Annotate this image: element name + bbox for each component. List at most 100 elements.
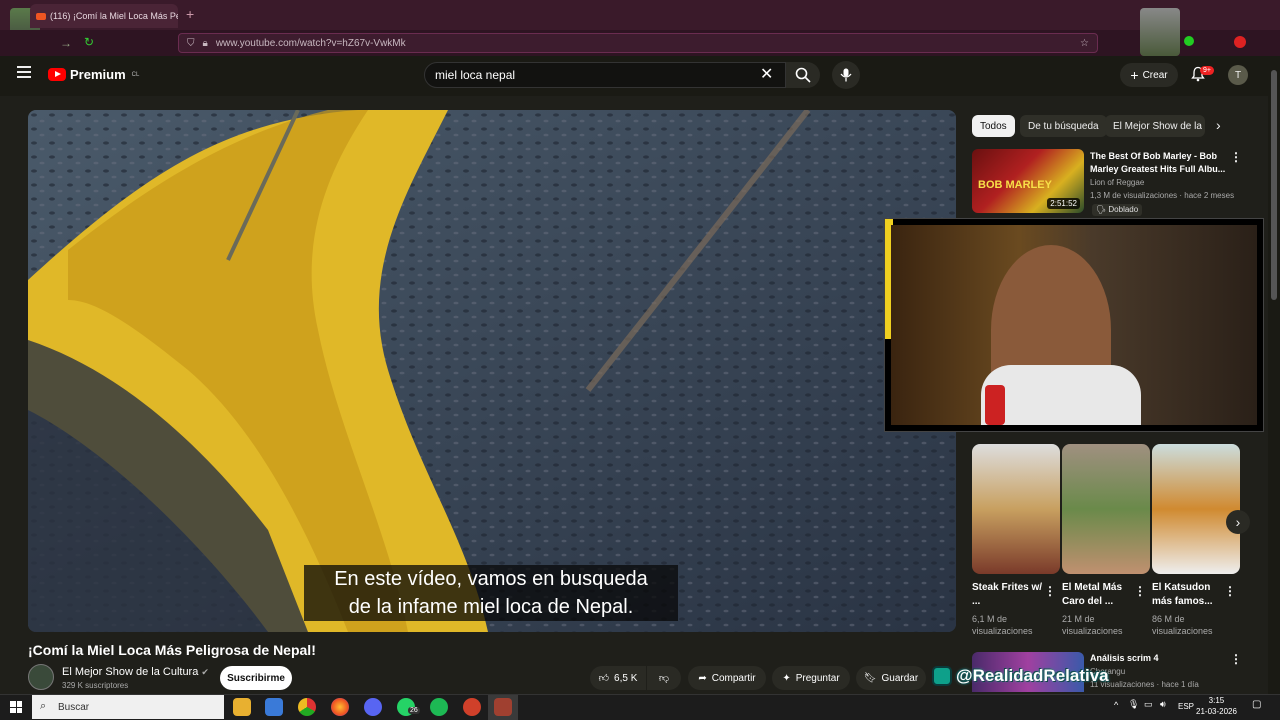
- windows-start-icon[interactable]: [10, 701, 22, 713]
- network-icon[interactable]: ▭: [1144, 699, 1153, 710]
- rec2-title[interactable]: Análisis scrim 4: [1090, 652, 1159, 665]
- short-thumbnail-2[interactable]: [1062, 444, 1150, 574]
- streamer-overlay-knight: [1140, 8, 1180, 56]
- short-title-3[interactable]: El Katsudon más famos...: [1152, 581, 1224, 609]
- chip-channel[interactable]: El Mejor Show de la C: [1105, 115, 1205, 137]
- channel-name[interactable]: El Mejor Show de la Cultura ✔: [62, 666, 209, 678]
- save-button[interactable]: 🔖︎ Guardar: [856, 666, 926, 690]
- search-button[interactable]: [786, 62, 820, 88]
- language-indicator[interactable]: ESP: [1178, 702, 1194, 711]
- webcam-overlay: [884, 218, 1264, 432]
- short-3-more-icon[interactable]: ⋮: [1224, 584, 1236, 598]
- voice-search-button[interactable]: [832, 61, 860, 89]
- subscriber-count: 329 K suscriptores: [62, 681, 129, 690]
- short-title-1[interactable]: Steak Frites w/ ...: [972, 581, 1044, 609]
- page-scrollbar[interactable]: [1268, 56, 1280, 694]
- thumb-text: BOB MARLEY: [978, 179, 1052, 191]
- clock-time: 3:15: [1208, 696, 1225, 705]
- share-button[interactable]: ➦ Compartir: [688, 666, 766, 690]
- create-button[interactable]: + Crear: [1120, 63, 1178, 87]
- shield-icon: ⛉: [187, 37, 195, 49]
- chrome-icon[interactable]: [298, 698, 316, 716]
- short-views-3: 86 M de visualizaciones: [1152, 614, 1213, 636]
- volume-icon[interactable]: 🔊︎: [1160, 699, 1166, 710]
- reload-icon[interactable]: ↻: [84, 35, 94, 49]
- channel-avatar[interactable]: [28, 664, 54, 690]
- short-1-more-icon[interactable]: ⋮: [1044, 584, 1056, 598]
- microphone-prop: [985, 385, 1005, 425]
- adblock-extension-icon[interactable]: [1234, 36, 1246, 48]
- streamer-shirt: [981, 365, 1141, 425]
- like-count: 6,5 K: [614, 672, 638, 684]
- video-frame: [28, 110, 956, 632]
- plus-icon: +: [1130, 67, 1139, 83]
- microphone-icon: [840, 68, 852, 82]
- scrollbar-thumb[interactable]: [1271, 70, 1277, 300]
- short-thumbnail-3[interactable]: [1152, 444, 1240, 574]
- bookmark-icon: 🔖︎: [863, 672, 877, 684]
- video-player[interactable]: [28, 110, 956, 632]
- new-tab-icon[interactable]: +: [186, 6, 194, 22]
- firefox-icon[interactable]: [331, 698, 349, 716]
- youtube-favicon-icon: [36, 12, 46, 20]
- rec2-more-icon[interactable]: ⋮: [1230, 652, 1242, 666]
- tray-mic-icon[interactable]: 🎙︎: [1128, 699, 1139, 710]
- chip-from-search[interactable]: De tu búsqueda: [1020, 115, 1107, 137]
- streaming-app-icon[interactable]: [494, 698, 512, 716]
- rec-title[interactable]: The Best Of Bob Marley - Bob Marley Grea…: [1090, 150, 1228, 176]
- create-label: Crear: [1142, 69, 1168, 81]
- forward-icon[interactable]: →: [60, 36, 72, 50]
- microsoft-store-icon[interactable]: [265, 698, 283, 716]
- ask-button[interactable]: ✦ Preguntar: [772, 666, 850, 690]
- notification-badge: 9+: [1200, 66, 1214, 75]
- dislike-button[interactable]: 👎︎: [647, 666, 681, 690]
- youtube-premium-logo[interactable]: Premium CL: [48, 67, 139, 82]
- instagram-icon: [932, 666, 952, 686]
- bookmark-star-icon[interactable]: ☆: [1080, 38, 1089, 49]
- thumbs-up-icon: 👍︎: [598, 673, 610, 684]
- taskbar-search-placeholder: Buscar: [58, 701, 90, 713]
- subtitle-line-1: En este vídeo, vamos en busqueda: [334, 568, 648, 590]
- notification-center-icon[interactable]: ▢: [1252, 699, 1261, 710]
- short-2-more-icon[interactable]: ⋮: [1134, 584, 1146, 598]
- lock-icon: 🔒︎: [202, 37, 208, 49]
- short-thumbnail-1[interactable]: [972, 444, 1060, 574]
- clear-search-icon[interactable]: ✕: [760, 64, 773, 84]
- file-explorer-icon[interactable]: [233, 698, 251, 716]
- ask-label: Preguntar: [795, 672, 840, 684]
- browser-tab[interactable]: (116) ¡Comí la Miel Loca Más Pe ✕: [30, 4, 178, 28]
- share-label: Compartir: [711, 672, 756, 684]
- taskbar-search-input[interactable]: Buscar: [32, 695, 224, 719]
- subscribe-button[interactable]: Suscribirme: [220, 666, 292, 690]
- chip-all[interactable]: Todos: [972, 115, 1015, 137]
- thumbs-down-icon: 👎︎: [658, 673, 670, 684]
- app-icon-red[interactable]: [463, 698, 481, 716]
- rec-thumbnail-bob-marley[interactable]: BOB MARLEY 2:51:52: [972, 149, 1084, 213]
- hamburger-menu-icon[interactable]: [17, 66, 31, 78]
- share-icon: ➦: [698, 672, 707, 684]
- search-query: miel loca nepal: [435, 68, 516, 82]
- like-button[interactable]: 👍︎ 6,5 K: [590, 666, 646, 690]
- dubbed-badge: 🗣︎ Doblado: [1092, 204, 1143, 216]
- rec-channel[interactable]: Lion of Reggae: [1090, 177, 1144, 189]
- url-bar[interactable]: ⛉ 🔒︎ www.youtube.com/watch?v=hZ67v-VwkMk…: [178, 33, 1098, 53]
- channel-name-text: El Mejor Show de la Cultura: [62, 666, 199, 678]
- save-label: Guardar: [881, 672, 919, 684]
- sparkle-icon: ✦: [782, 672, 791, 684]
- shorts-next-icon[interactable]: ›: [1226, 510, 1250, 534]
- youtube-play-icon: [48, 68, 66, 81]
- video-subtitles: En este vídeo, vamos en busqueda de la i…: [304, 565, 678, 621]
- extension-icon[interactable]: [1184, 36, 1194, 46]
- tray-chevron-icon[interactable]: ^: [1114, 700, 1118, 710]
- short-title-2[interactable]: El Metal Más Caro del ...: [1062, 581, 1134, 609]
- dubbed-label: Doblado: [1108, 205, 1139, 214]
- short-views-2: 21 M de visualizaciones: [1062, 614, 1123, 636]
- search-input[interactable]: miel loca nepal: [424, 62, 786, 88]
- more-options-icon[interactable]: ⋮: [1230, 150, 1242, 164]
- discord-icon[interactable]: [364, 698, 382, 716]
- avatar[interactable]: T: [1228, 65, 1248, 85]
- verified-check-icon: ✔: [201, 667, 209, 677]
- chevron-right-icon[interactable]: ›: [1216, 117, 1221, 133]
- system-clock[interactable]: 3:15 21-03-2026: [1196, 695, 1237, 717]
- spotify-icon[interactable]: [430, 698, 448, 716]
